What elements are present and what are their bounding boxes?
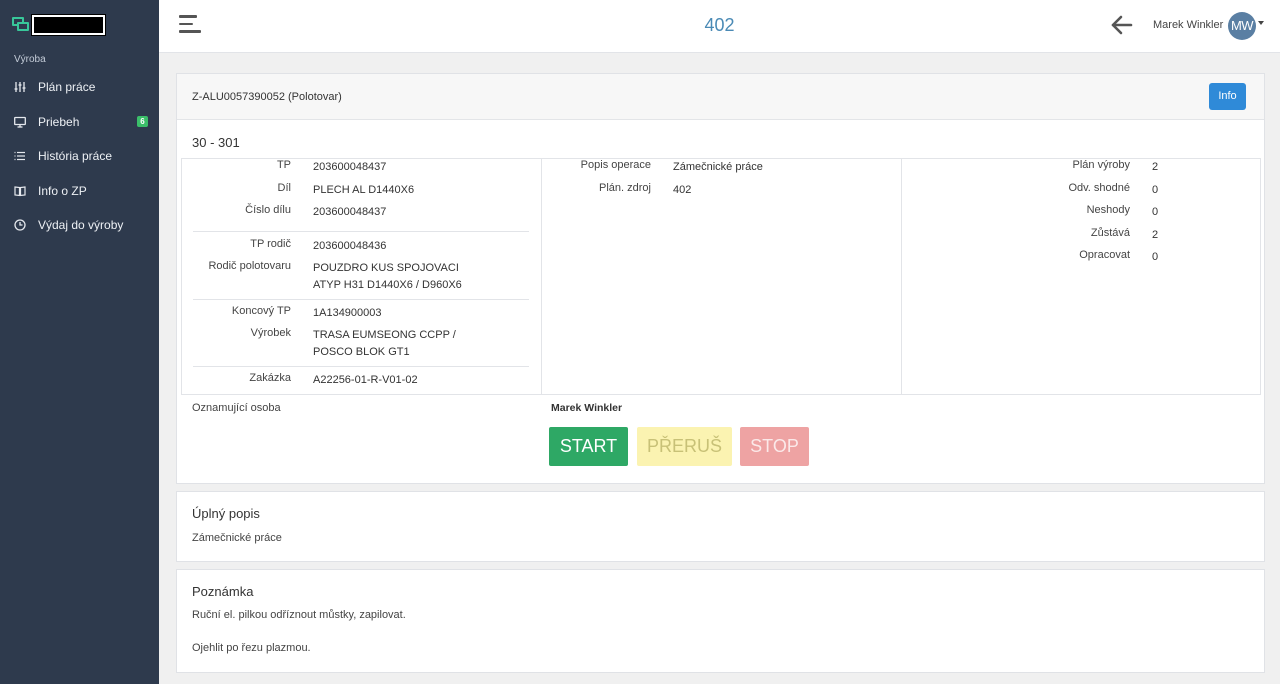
description-card: Úplný popis Zámečnické práce — [176, 491, 1265, 562]
field-value: 0 — [1152, 184, 1159, 196]
field-value: 203600048437 — [313, 161, 387, 173]
field-value: A22256-01-R-V01-02 — [313, 374, 418, 386]
field-label: TP rodič — [250, 238, 291, 250]
list-icon — [14, 150, 26, 162]
start-button[interactable]: START — [549, 427, 628, 466]
sidebar-item-info-o-zp[interactable]: Info o ZP — [0, 174, 159, 209]
operation-card: Z-ALU0057390052 (Polotovar) Info 30 - 30… — [176, 73, 1265, 484]
divider — [193, 299, 529, 300]
field-label: Zůstává — [1090, 227, 1130, 239]
field-value: 2 — [1152, 161, 1159, 173]
stop-button[interactable]: STOP — [740, 427, 809, 466]
back-arrow-icon[interactable] — [1110, 14, 1134, 36]
sidebar-item-label: Plán práce — [38, 80, 96, 95]
field-value: TRASA EUMSEONG CCPP / — [313, 329, 456, 341]
sidebar: Výroba Plán práce Priebeh 6 História prá… — [0, 0, 159, 684]
field-label: TP — [276, 159, 291, 171]
sliders-icon — [14, 81, 26, 93]
field-label: Opracovat — [1079, 249, 1130, 261]
field-value: 2 — [1152, 229, 1159, 241]
field-label: Odv. shodné — [1068, 182, 1130, 194]
note-text-line: Ruční el. pilkou odříznout můstky, zapil… — [192, 609, 406, 621]
sidebar-item-label: Výdaj do výroby — [38, 218, 124, 233]
brand-name-box — [32, 15, 105, 35]
detail-column-left: TP 203600048437 Díl PLECH AL D1440X6 Čís… — [182, 159, 542, 394]
avatar[interactable]: MW — [1228, 12, 1256, 40]
note-card: Poznámka Ruční el. pilkou odříznout můst… — [176, 569, 1265, 673]
sidebar-item-plan-prace[interactable]: Plán práce — [0, 70, 159, 105]
user-name[interactable]: Marek Winkler — [1153, 19, 1223, 31]
pause-button[interactable]: PŘERUŠ — [637, 427, 732, 466]
field-label: Rodič polotovaru — [208, 260, 291, 272]
menu-toggle-icon[interactable] — [179, 15, 201, 37]
field-value: POUZDRO KUS SPOJOVACI — [313, 262, 459, 274]
info-button[interactable]: Info — [1209, 83, 1246, 110]
field-value: ATYP H31 D1440X6 / D960X6 — [313, 279, 462, 291]
note-text-line: Ojehlit po řezu plazmou. — [192, 642, 311, 654]
detail-grid: TP 203600048437 Díl PLECH AL D1440X6 Čís… — [181, 158, 1261, 395]
sidebar-item-historia-prace[interactable]: História práce — [0, 139, 159, 174]
note-title: Poznámka — [192, 584, 254, 599]
divider — [193, 231, 529, 232]
sidebar-item-vydaj-do-vyroby[interactable]: Výdaj do výroby — [0, 208, 159, 243]
field-label: Díl — [277, 182, 291, 194]
sidebar-item-label: Info o ZP — [38, 183, 87, 198]
monitor-icon — [14, 116, 26, 128]
detail-column-middle: Popis operace Zámečnické práce Plán. zdr… — [542, 159, 902, 394]
book-icon — [14, 185, 26, 197]
count-badge: 6 — [137, 115, 148, 127]
chevron-down-icon[interactable] — [1258, 21, 1264, 25]
field-label: Popis operace — [580, 159, 651, 171]
field-value: 0 — [1152, 206, 1159, 218]
field-value: PLECH AL D1440X6 — [313, 184, 415, 196]
description-text: Zámečnické práce — [192, 532, 282, 544]
brand-logo[interactable] — [12, 13, 105, 37]
announcer-name: Marek Winkler — [551, 402, 623, 414]
clock-icon — [14, 219, 26, 231]
field-value: 1A134900003 — [313, 307, 382, 319]
description-title: Úplný popis — [192, 506, 260, 521]
field-value: 402 — [673, 184, 692, 196]
field-label: Koncový TP — [231, 305, 291, 317]
sidebar-nav: Plán práce Priebeh 6 História práce Info… — [0, 70, 159, 243]
field-label: Číslo dílu — [245, 204, 291, 216]
announcer-label: Oznamující osoba — [192, 402, 281, 414]
divider — [193, 366, 529, 367]
sidebar-item-priebeh[interactable]: Priebeh 6 — [0, 105, 159, 140]
field-label: Výrobek — [250, 327, 291, 339]
field-label: Plán. zdroj — [599, 182, 651, 194]
detail-column-right: Plán výroby 2 Odv. shodné 0 Neshody 0 Zů… — [902, 159, 1260, 394]
field-label: Plán výroby — [1072, 159, 1130, 171]
field-label: Neshody — [1086, 204, 1130, 216]
sidebar-item-label: História práce — [38, 149, 113, 164]
field-value: 0 — [1152, 251, 1159, 263]
field-value: 203600048436 — [313, 240, 387, 252]
sidebar-section-label: Výroba — [14, 54, 46, 65]
order-title: Z-ALU0057390052 (Polotovar) — [192, 91, 342, 103]
field-value: Zámečnické práce — [673, 161, 763, 173]
operation-title: 30 - 301 — [192, 135, 240, 150]
field-label: Zakázka — [249, 372, 291, 384]
field-value: 203600048437 — [313, 206, 387, 218]
top-bar: 402 Marek Winkler MW — [159, 0, 1280, 53]
sidebar-item-label: Priebeh — [38, 114, 80, 129]
monitors-icon — [12, 17, 30, 33]
field-value: POSCO BLOK GT1 — [313, 346, 410, 358]
card-header: Z-ALU0057390052 (Polotovar) Info — [177, 74, 1264, 120]
